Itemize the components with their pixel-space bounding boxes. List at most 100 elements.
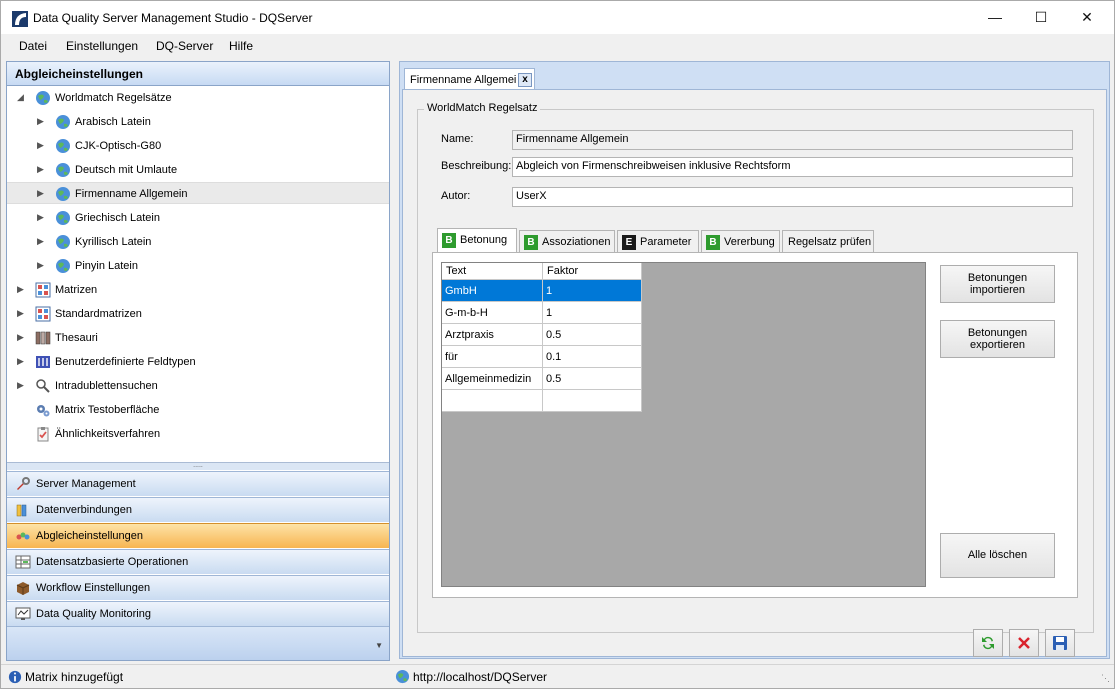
tree-item-aehnlichkeitsverfahren[interactable]: Ähnlichkeitsverfahren xyxy=(7,423,389,445)
grid-cell-faktor[interactable]: 0.1 xyxy=(543,346,642,368)
expand-arrow-icon[interactable]: ▶ xyxy=(37,140,47,152)
nav-overflow-bar[interactable]: ▼ xyxy=(7,626,389,660)
expand-arrow-icon[interactable]: ▶ xyxy=(37,260,47,272)
expand-arrow-icon[interactable]: ▶ xyxy=(17,308,27,320)
nav-datenverbindungen[interactable]: Datenverbindungen xyxy=(7,497,389,522)
menu-dq-server[interactable]: DQ-Server xyxy=(156,39,213,53)
navigation-panel: Abgleicheinstellungen ◢ Worldmatch Regel… xyxy=(6,61,390,661)
menu-datei[interactable]: Datei xyxy=(19,39,47,53)
tree-item-intradublettensuchen[interactable]: ▶ Intradublettensuchen xyxy=(7,375,389,397)
badge-b-icon: B xyxy=(524,235,538,250)
close-tab-button[interactable]: x xyxy=(518,73,532,87)
tree-item-matrizen[interactable]: ▶ Matrizen xyxy=(7,279,389,301)
grid-cell-text[interactable]: Arztpraxis xyxy=(442,324,543,346)
tree-item-worldmatch-regelsaetze[interactable]: ◢ Worldmatch Regelsätze xyxy=(7,87,389,109)
tree-item-label: Kyrillisch Latein xyxy=(75,236,152,248)
tree-item-label: Arabisch Latein xyxy=(75,116,151,128)
books-icon xyxy=(35,331,51,345)
minimize-button[interactable]: — xyxy=(972,1,1018,34)
tab-strip: B Betonung B Assoziationen E Parameter B… xyxy=(437,228,897,254)
expand-arrow-icon[interactable]: ▶ xyxy=(37,212,47,224)
grid-header-text[interactable]: Text xyxy=(442,263,543,280)
menu-einstellungen[interactable]: Einstellungen xyxy=(66,39,138,53)
document-tab[interactable]: Firmenname Allgemein x xyxy=(404,68,535,90)
grid-cell-faktor[interactable]: 1 xyxy=(543,280,642,302)
export-emphasis-button[interactable]: Betonungen exportieren xyxy=(940,320,1055,358)
settings-tree: ◢ Worldmatch Regelsätze ▶ Arabisch Latei… xyxy=(7,87,389,465)
expand-arrow-icon[interactable]: ▶ xyxy=(37,188,47,200)
save-button[interactable] xyxy=(1045,629,1075,657)
tree-item-benutzerdefinierte-feldtypen[interactable]: ▶ Benutzerdefinierte Feldtypen xyxy=(7,351,389,373)
tree-item-kyrillisch-latein[interactable]: ▶ Kyrillisch Latein xyxy=(7,231,389,253)
nav-label: Datensatzbasierte Operationen xyxy=(36,556,189,568)
grid-cell-new[interactable] xyxy=(543,390,642,412)
nav-datensatzbasierte-operationen[interactable]: Datensatzbasierte Operationen xyxy=(7,549,389,574)
tree-item-label: Ähnlichkeitsverfahren xyxy=(55,428,161,440)
tree-item-firmenname-allgemein[interactable]: ▶ Firmenname Allgemein xyxy=(7,182,389,204)
box-icon xyxy=(16,582,30,595)
emphasis-grid[interactable]: Text Faktor GmbH 1 G-m-b-H 1 Arztpraxis … xyxy=(441,262,926,587)
import-emphasis-button[interactable]: Betonungen importieren xyxy=(940,265,1055,303)
database-icon xyxy=(16,504,27,517)
app-logo-icon xyxy=(12,11,28,27)
grid-cell-new[interactable] xyxy=(442,390,543,412)
grid-cell-text[interactable]: für xyxy=(442,346,543,368)
grid-cell-text[interactable]: G-m-b-H xyxy=(442,302,543,324)
resize-grip-icon[interactable]: ⋱ xyxy=(1101,673,1110,684)
tree-item-label: Griechisch Latein xyxy=(75,212,160,224)
tree-item-arabisch-latein[interactable]: ▶ Arabisch Latein xyxy=(7,111,389,133)
tree-item-label: CJK-Optisch-G80 xyxy=(75,140,162,152)
tree-item-deutsch-mit-umlaute[interactable]: ▶ Deutsch mit Umlaute xyxy=(7,159,389,181)
nav-data-quality-monitoring[interactable]: Data Quality Monitoring xyxy=(7,601,389,626)
tree-item-label: Matrix Testoberfläche xyxy=(55,404,160,416)
tab-assoziationen[interactable]: B Assoziationen xyxy=(519,230,615,252)
expand-arrow-icon[interactable]: ▶ xyxy=(17,380,27,392)
panel-splitter[interactable]: ..... xyxy=(7,462,389,470)
tree-item-label: Deutsch mit Umlaute xyxy=(75,164,178,176)
tree-item-pinyin-latein[interactable]: ▶ Pinyin Latein xyxy=(7,255,389,277)
expand-arrow-icon[interactable]: ▶ xyxy=(37,164,47,176)
clipboard-icon xyxy=(37,427,49,442)
tree-item-griechisch-latein[interactable]: ▶ Griechisch Latein xyxy=(7,207,389,229)
clear-all-button[interactable]: Alle löschen xyxy=(940,533,1055,578)
grid-header-faktor[interactable]: Faktor xyxy=(543,263,642,280)
grid-cell-text[interactable]: GmbH xyxy=(442,280,543,302)
expand-arrow-icon[interactable]: ▶ xyxy=(37,116,47,128)
tree-item-label: Standardmatrizen xyxy=(55,308,142,320)
nav-label: Datenverbindungen xyxy=(36,504,133,516)
cancel-button[interactable] xyxy=(1009,629,1039,657)
expand-arrow-icon[interactable]: ▶ xyxy=(17,356,27,368)
badge-e-icon: E xyxy=(622,235,636,250)
tab-parameter[interactable]: E Parameter xyxy=(617,230,699,252)
tab-vererbung[interactable]: B Vererbung xyxy=(701,230,780,252)
tab-betonung[interactable]: B Betonung xyxy=(437,228,517,252)
button-label-line1: Betonungen xyxy=(967,327,1028,339)
magnifier-icon xyxy=(36,379,50,393)
expand-arrow-icon[interactable]: ▶ xyxy=(37,236,47,248)
grid-cell-faktor[interactable]: 0.5 xyxy=(543,324,642,346)
expand-arrow-icon[interactable]: ▶ xyxy=(17,332,27,344)
collapse-arrow-icon[interactable]: ◢ xyxy=(17,92,27,104)
tree-item-matrix-testoberflaeche[interactable]: Matrix Testoberfläche xyxy=(7,399,389,421)
tab-regelsatz-pruefen[interactable]: Regelsatz prüfen xyxy=(782,230,874,252)
refresh-button[interactable] xyxy=(973,629,1003,657)
tree-item-thesauri[interactable]: ▶ Thesauri xyxy=(7,327,389,349)
maximize-button[interactable]: ☐ xyxy=(1018,1,1064,34)
chevron-down-icon[interactable]: ▼ xyxy=(375,641,383,650)
tree-item-cjk-optisch[interactable]: ▶ CJK-Optisch-G80 xyxy=(7,135,389,157)
nav-server-management[interactable]: Server Management xyxy=(7,471,389,496)
grid-cell-faktor[interactable]: 1 xyxy=(543,302,642,324)
grid-cell-faktor[interactable]: 0.5 xyxy=(543,368,642,390)
author-field[interactable]: UserX xyxy=(512,187,1073,207)
expand-arrow-icon[interactable]: ▶ xyxy=(17,284,27,296)
monitor-icon xyxy=(15,607,31,620)
tree-item-standardmatrizen[interactable]: ▶ Standardmatrizen xyxy=(7,303,389,325)
description-field[interactable]: Abgleich von Firmenschreibweisen inklusi… xyxy=(512,157,1073,177)
nav-abgleicheinstellungen[interactable]: Abgleicheinstellungen xyxy=(7,523,389,548)
menu-hilfe[interactable]: Hilfe xyxy=(229,39,253,53)
settings-icon xyxy=(16,532,30,540)
name-label: Name: xyxy=(441,133,474,145)
close-window-button[interactable]: ✕ xyxy=(1064,1,1110,34)
grid-cell-text[interactable]: Allgemeinmedizin xyxy=(442,368,543,390)
nav-workflow-einstellungen[interactable]: Workflow Einstellungen xyxy=(7,575,389,600)
